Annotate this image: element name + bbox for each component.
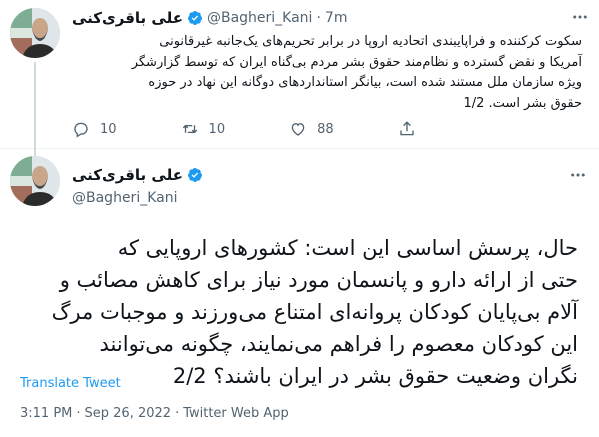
retweet-button[interactable]: 10 — [181, 120, 226, 138]
retweet-count: 10 — [208, 121, 226, 137]
thread-connector — [34, 62, 36, 158]
verified-badge-icon — [187, 168, 202, 182]
reply-button[interactable]: 10 — [72, 120, 117, 138]
tweet-source[interactable]: Twitter Web App — [183, 406, 289, 421]
tweet-1[interactable]: علی باقری‌کنی @Bagheri_Kani · 7m سکوت کر… — [0, 0, 599, 158]
tweet-time[interactable]: 7m — [325, 10, 348, 26]
author-handle[interactable]: @Bagheri_Kani — [207, 10, 312, 26]
tweet-date[interactable]: Sep 26, 2022 — [85, 406, 172, 421]
avatar-photo — [10, 8, 60, 58]
text-line: حتی از ارائه دارو و پانسمان مورد نیاز بر… — [59, 268, 578, 292]
tweet-2-text: حال، پرسش اساسی این است: کشورهای اروپایی… — [30, 232, 578, 392]
like-button[interactable]: 88 — [289, 120, 334, 138]
text-line: آمریکا و نقض گسترده و نظام‌مند حقوق بشر … — [131, 54, 582, 70]
text-line: ویژه سازمان ملل مستند شده است، بیانگر اس… — [148, 75, 582, 90]
share-icon — [399, 121, 414, 136]
avatar[interactable] — [10, 156, 60, 206]
translate-tweet-link[interactable]: Translate Tweet — [20, 376, 121, 391]
text-line: این کودکان معصوم را فراهم می‌نمایند، چگو… — [99, 332, 578, 356]
author-name[interactable]: علی باقری‌کنی — [72, 9, 183, 27]
heart-icon — [291, 123, 305, 136]
tweet-1-actions: 10 10 88 — [72, 120, 532, 138]
tweet-1-text: سکوت کرکننده و فراپایبندی اتحادیه اروپا … — [72, 32, 582, 114]
text-line: حقوق بشر است. 1/2 — [463, 95, 582, 111]
tweet-2-header: علی باقری‌کنی — [72, 166, 203, 184]
tweet-1-header: علی باقری‌کنی @Bagheri_Kani · 7m — [72, 8, 347, 28]
text-line: سکوت کرکننده و فراپایبندی اتحادیه اروپا … — [159, 34, 582, 49]
avatar-photo — [10, 156, 60, 206]
dot-separator: · — [175, 406, 180, 421]
verified-badge-icon — [187, 11, 202, 25]
text-line: آلام بی‌پایان کودکان پروانه‌ای امتناع می… — [51, 300, 578, 324]
author-handle[interactable]: @Bagheri_Kani — [72, 190, 177, 206]
share-button[interactable] — [398, 120, 416, 138]
like-count: 88 — [317, 121, 334, 137]
reply-count: 10 — [100, 121, 117, 137]
author-name[interactable]: علی باقری‌کنی — [72, 166, 183, 184]
more-options-icon[interactable] — [569, 8, 591, 26]
avatar[interactable] — [10, 8, 60, 58]
dot-separator: · — [76, 406, 81, 421]
text-line: حال، پرسش اساسی این است: کشورهای اروپایی… — [117, 236, 578, 260]
tweet-time[interactable]: 3:11 PM — [20, 406, 72, 421]
tweet-metadata: 3:11 PM · Sep 26, 2022 · Twitter Web App — [20, 406, 289, 421]
retweet-icon — [182, 124, 197, 134]
reply-icon — [74, 122, 88, 138]
dot-separator: · — [316, 10, 321, 26]
more-options-icon[interactable] — [567, 166, 589, 184]
